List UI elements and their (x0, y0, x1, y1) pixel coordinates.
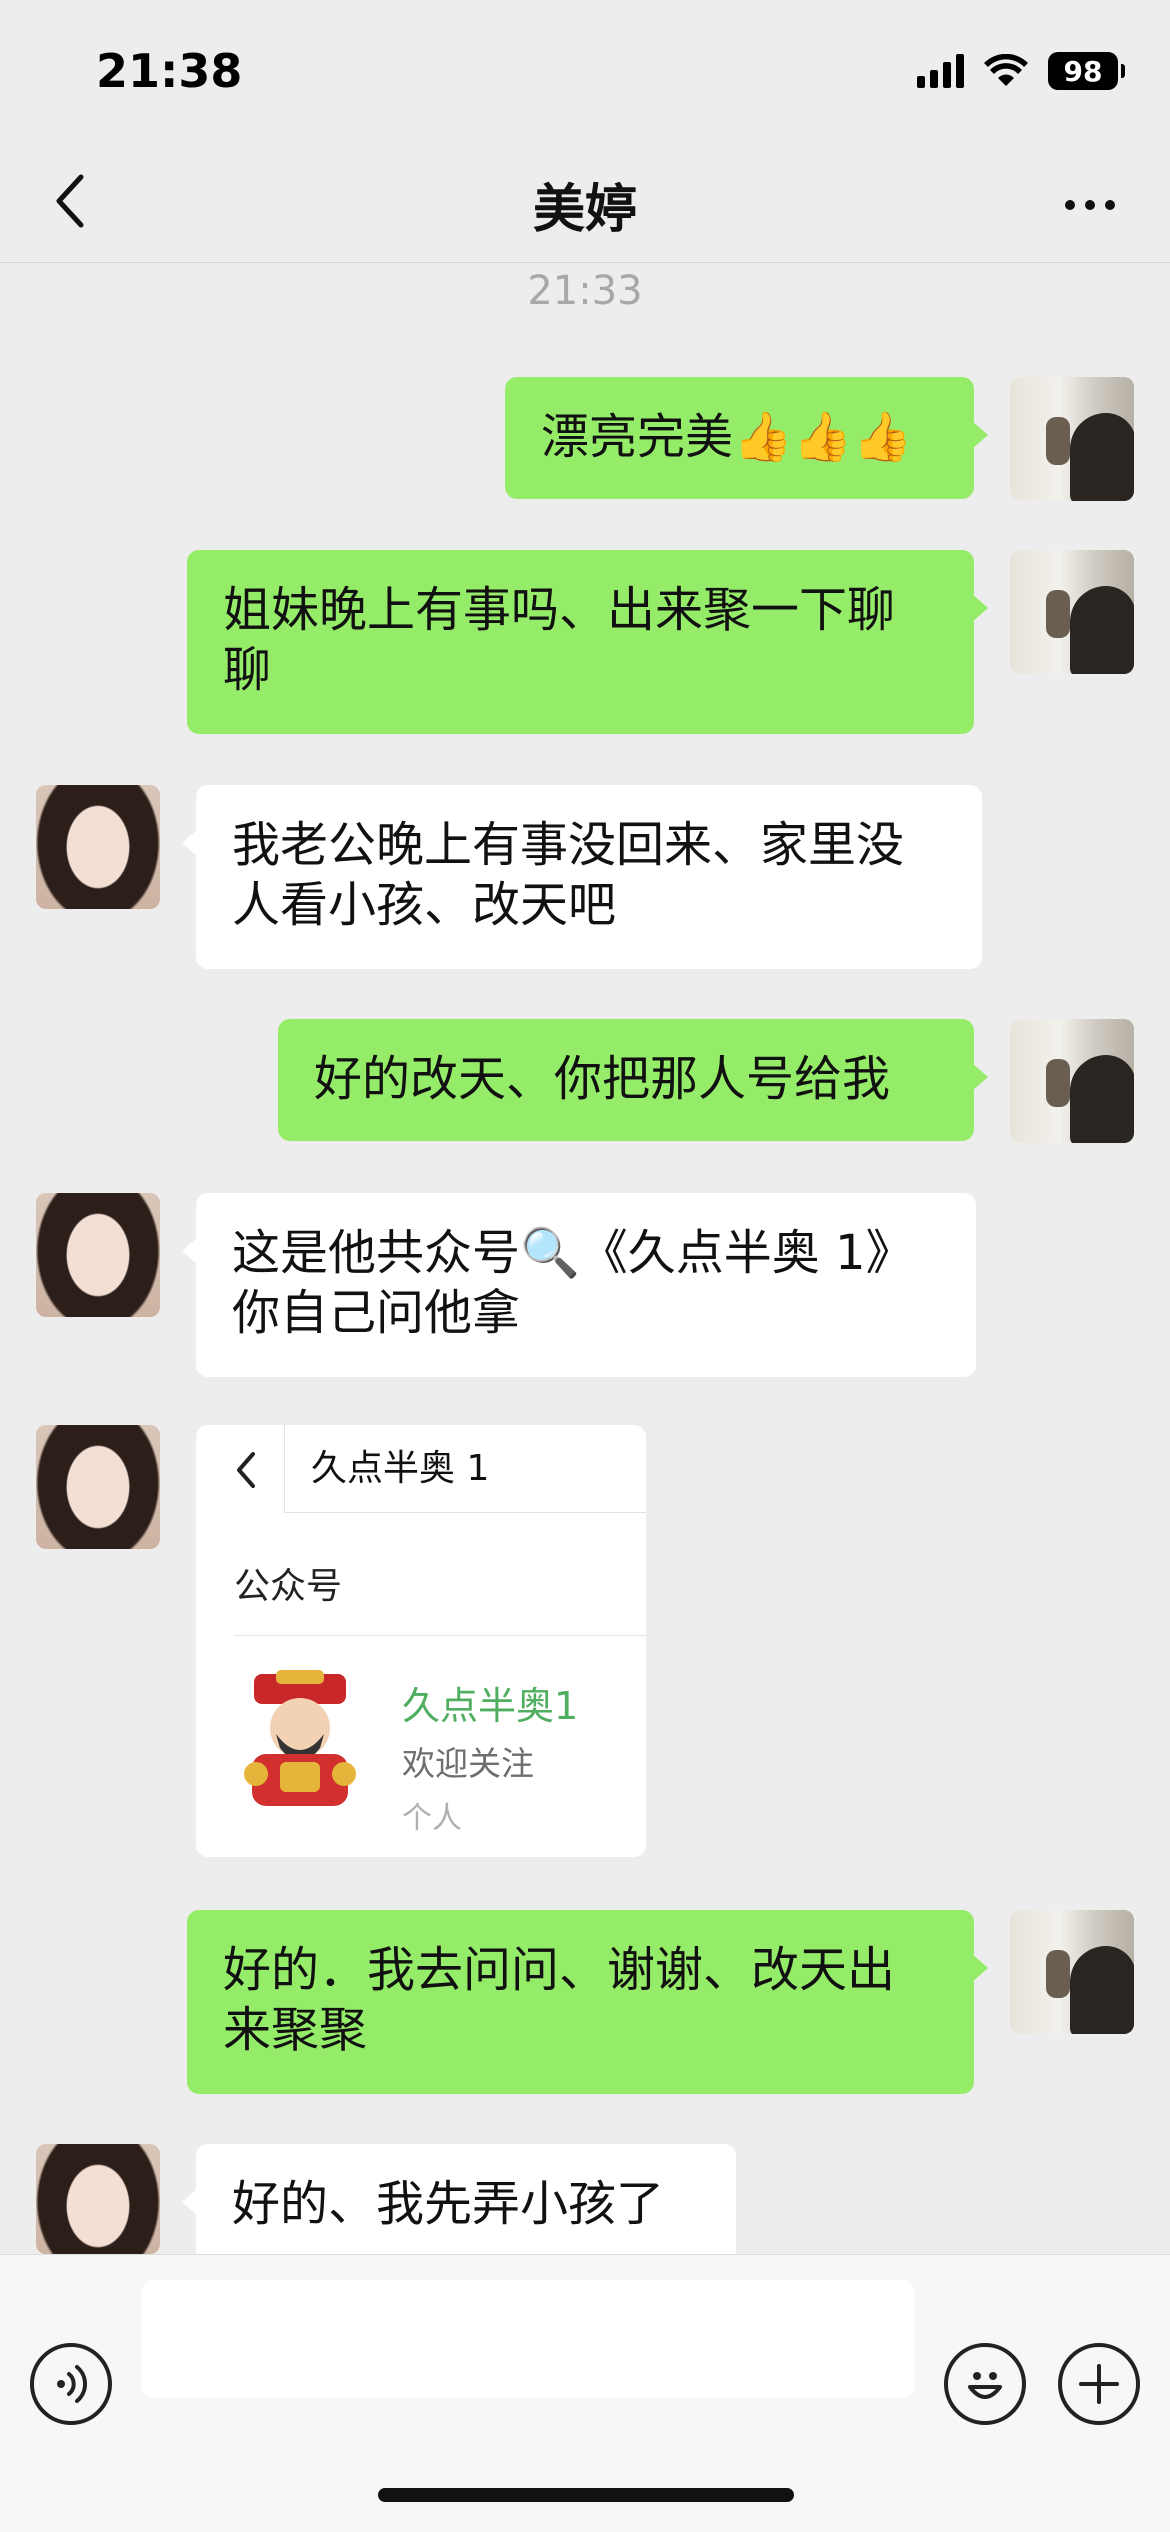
battery-icon: 98 (1048, 52, 1125, 90)
card-account-type: 个人 (402, 1801, 462, 1836)
status-bar: 21:38 98 (0, 0, 1170, 145)
chat-title: 美婷 (532, 180, 637, 240)
my-avatar[interactable] (1010, 1910, 1134, 2034)
smile-icon (968, 2372, 1002, 2399)
voice-button[interactable] (30, 2343, 112, 2425)
contact-avatar[interactable] (36, 785, 160, 909)
message-bubble-received[interactable]: 好的、我先弄小孩了 (182, 2144, 736, 2254)
message-bubble-sent[interactable]: 姐妹晚上有事吗、出来聚一下聊聊 (187, 550, 988, 734)
dot-icon (1065, 200, 1075, 210)
status-icons: 98 (917, 52, 1125, 90)
official-account-card[interactable]: 久点半奥 1 公众号 久点半奥1 欢迎关注 个人 (196, 1425, 646, 1857)
message-input[interactable] (142, 2280, 914, 2398)
card-account-desc: 欢迎关注 (402, 1744, 534, 1783)
card-account-name: 久点半奥1 (402, 1684, 579, 1728)
my-avatar[interactable] (1010, 1019, 1134, 1143)
message-bubble-sent[interactable]: 漂亮完美👍👍👍 (505, 377, 988, 499)
message-bubble-received[interactable]: 这是他共众号🔍《久点半奥 1》你自己问他拿 (182, 1193, 976, 1377)
message-bubble-sent[interactable]: 好的改天、你把那人号给我 (278, 1019, 988, 1141)
message-text: 好的．我去问问、谢谢、改天出来聚聚 (223, 1942, 896, 2058)
status-time: 21:38 (96, 44, 243, 98)
emoji-button[interactable] (944, 2343, 1026, 2425)
voice-icon (57, 2365, 88, 2403)
more-actions-button[interactable] (1058, 2343, 1140, 2425)
contact-avatar[interactable] (36, 2144, 160, 2254)
contact-avatar[interactable] (36, 1193, 160, 1317)
chevron-left-icon (237, 1452, 255, 1488)
card-section-label: 公众号 (234, 1566, 343, 1607)
message-text: 这是他共众号🔍《久点半奥 1》你自己问他拿 (232, 1225, 914, 1341)
message-bubble-sent[interactable]: 好的．我去问问、谢谢、改天出来聚聚 (187, 1910, 988, 2094)
signal-icon (917, 54, 964, 88)
card-divider (234, 1635, 646, 1636)
my-avatar[interactable] (1010, 377, 1134, 501)
message-text: 好的改天、你把那人号给我 (314, 1051, 891, 1107)
message-text: 姐妹晚上有事吗、出来聚一下聊聊 (223, 582, 896, 698)
card-back-icon (226, 1445, 266, 1495)
message-timestamp: 21:33 (527, 268, 643, 314)
my-avatar[interactable] (1010, 550, 1134, 674)
wifi-icon (984, 54, 1028, 86)
message-bubble-received[interactable]: 我老公晚上有事没回来、家里没人看小孩、改天吧 (182, 785, 982, 969)
home-indicator[interactable] (378, 2488, 794, 2502)
contact-avatar[interactable] (36, 1425, 160, 1549)
card-search-text: 久点半奥 1 (284, 1425, 646, 1513)
message-text: 我老公晚上有事没回来、家里没人看小孩、改天吧 (232, 817, 905, 933)
dot-icon (1105, 200, 1115, 210)
dot-icon (1085, 200, 1095, 210)
fortune-god-logo-icon (244, 1670, 356, 1806)
card-search-bar: 久点半奥 1 (196, 1425, 646, 1513)
message-text: 漂亮完美👍👍👍 (541, 409, 913, 465)
message-text: 好的、我先弄小孩了 (232, 2176, 665, 2232)
nav-bar: 美婷 (0, 145, 1170, 263)
more-button[interactable] (1050, 175, 1130, 235)
plus-icon (1079, 2364, 1119, 2404)
